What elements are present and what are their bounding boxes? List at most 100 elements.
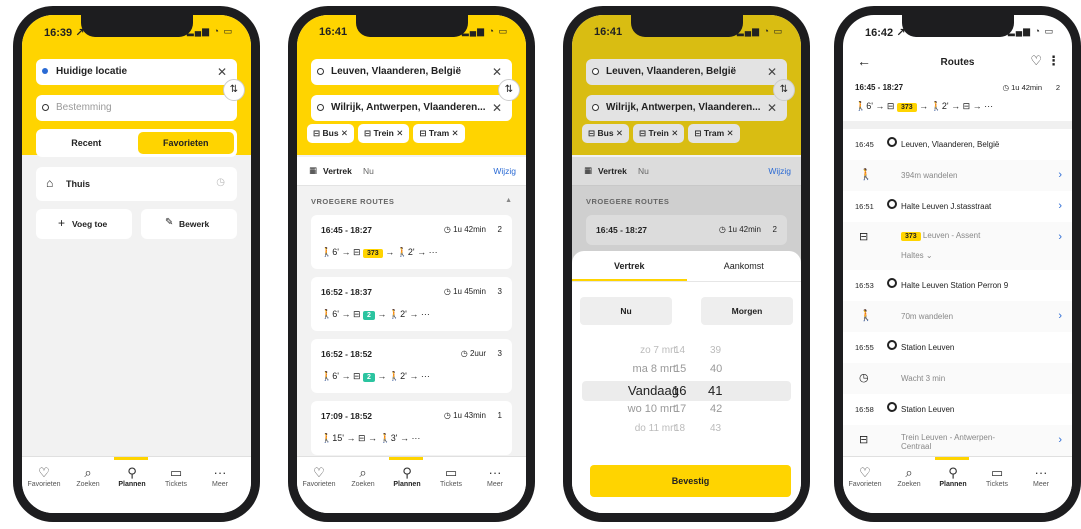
walk-time: 3' [390,433,398,443]
walk-time: 2' [400,309,407,319]
date-time-wheel[interactable]: zo 7 mrt. 14 39 ma 8 mrt. 15 40 Vandaag 16 41 … [572,345,801,441]
chevron-up-icon[interactable]: ▲ [505,197,512,204]
timeline-walk[interactable]: 🚶 70m wandelen › [843,301,1072,333]
tab-meer[interactable]: ··· Meer [473,465,517,488]
from-value: Huidige locatie [56,66,128,77]
timeline-stop[interactable]: 16:51 Halte Leuven J.stasstraat › [843,191,1072,223]
swap-icon[interactable]: ⇅ [773,79,795,101]
add-button[interactable]: + Voeg toe [36,209,132,239]
stop-name: Halte Leuven Station Perron 9 [901,281,1009,290]
destination-dot-icon [317,104,324,111]
clock: 16:41 [594,26,623,38]
halts-toggle[interactable]: Haltes ⌄ [901,251,933,260]
destination-field[interactable]: Wilrijk, Antwerpen, Vlaanderen... ✕ [311,95,512,121]
kebab-menu-icon[interactable]: ⋮ [1047,53,1060,69]
clear-icon[interactable]: ✕ [492,95,502,121]
tab-tickets[interactable]: ▭ Tickets [429,465,473,488]
tab-zoeken[interactable]: ⌕ Zoeken [341,465,385,488]
ticket-icon: ▭ [990,465,1004,480]
tab-favorieten[interactable]: ♡ Favorieten [22,465,66,488]
route-duration: ◷ 2uur [460,349,486,358]
route-card[interactable]: 17:09 - 18:52 ◷ 1u 43min 1 🚶15' → ⊟ → 🚶3… [311,401,512,455]
timeline-walk[interactable]: 🚶 394m wandelen › [843,160,1072,192]
route-time: 17:09 - 18:52 [321,411,373,421]
mode-chips: ⊟ Bus ✕ ⊟ Trein ✕ ⊟ Tram ✕ [582,123,744,143]
chevron-right-icon[interactable]: › [1058,434,1062,446]
tab-favorieten[interactable]: ♡ Favorieten [843,465,887,488]
edit-button[interactable]: ✎ Bewerk [141,209,237,239]
home-item[interactable]: ⌂ Thuis ◷ [36,167,237,201]
chip-label: Trein [648,128,669,138]
destination-field[interactable]: Bestemming [36,95,237,121]
route-card[interactable]: 16:45 - 18:27 ◷ 1u 42min 2 🚶6' → ⊟ 373 →… [311,215,512,269]
chip-label: Bus [597,128,614,138]
tab-plannen[interactable]: ⚲ Plannen [110,465,154,488]
phone-favorites: 16:39 ↗ ▂▄▆ ◔ ▭ Huidige locatie ✕ ⇅ Best… [13,6,260,522]
tab-recent[interactable]: Recent [36,129,137,157]
walk-time: 2' [407,247,415,257]
route-card[interactable]: 16:52 - 18:37 ◷ 1u 45min 3 🚶6' → ⊟ 2 → 🚶… [311,277,512,331]
earlier-routes-header[interactable]: VROEGERE ROUTES [311,197,394,206]
from-field[interactable]: Huidige locatie ✕ [36,59,237,85]
tab-favorieten[interactable]: ♡ Favorieten [297,465,341,488]
chip-tram[interactable]: ⊟ Tram ✕ [413,124,465,143]
chip-bus[interactable]: ⊟ Bus ✕ [582,124,630,143]
picker-day: do 11 mrt. [634,423,679,434]
tab-tickets[interactable]: ▭ Tickets [975,465,1019,488]
line-badge: 373 [901,232,921,241]
confirm-button[interactable]: Bevestig [590,465,791,497]
chevron-right-icon[interactable]: › [1058,310,1062,322]
tab-departure[interactable]: Vertrek [572,261,687,271]
tab-arrival[interactable]: Aankomst [687,261,802,271]
chip-train[interactable]: ⊟ Trein ✕ [358,124,410,143]
tab-zoeken[interactable]: ⌕ Zoeken [887,465,931,488]
line-badge: 2 [363,373,375,382]
chevron-right-icon[interactable]: › [1058,200,1062,212]
divider [843,121,1072,129]
walk-time: 6' [332,371,339,381]
heart-icon[interactable]: ♡ [1030,53,1042,69]
calendar-icon: ▦ [309,165,318,175]
clock: 16:39 ↗ [44,27,85,39]
tab-label: Meer [1033,481,1049,488]
swap-icon[interactable]: ⇅ [223,79,245,101]
duration-value: 1u 43min [453,411,486,420]
phone-time-picker: 16:41 ▂▄▆ ◔ ▭ Leuven, Vlaanderen, België… [563,6,810,522]
from-field[interactable]: Leuven, Vlaanderen, België ✕ [311,59,512,85]
route-duration: ◷ 1u 45min [443,287,486,296]
destination-dot-icon [42,104,49,111]
screen: 16:42 ↗ ▂▄▆ ◔ ▭ ← Routes ♡ ⋮ 16:45 - 18:… [843,15,1072,513]
change-link[interactable]: Wijzig [493,166,516,176]
bus-direction: Leuven - Assent [922,231,981,240]
chevron-right-icon[interactable]: › [1058,169,1062,181]
chevron-right-icon[interactable]: › [1058,231,1062,243]
tab-meer[interactable]: ··· Meer [198,465,242,488]
tab-plannen[interactable]: ⚲ Plannen [385,465,429,488]
tab-favorites[interactable]: Favorieten [137,132,234,154]
chip-tram[interactable]: ⊟ Tram ✕ [688,124,740,143]
picker-minute: 41 [708,383,723,398]
line-badge: 373 [896,103,917,112]
now-button[interactable]: Nu [580,297,672,325]
chip-bus[interactable]: ⊟ Bus ✕ [307,124,355,143]
tab-plannen[interactable]: ⚲ Plannen [931,465,975,488]
active-indicator [389,457,423,460]
route-card[interactable]: 16:52 - 18:52 ◷ 2uur 3 🚶6' → ⊟ 2 → 🚶2' →… [311,339,512,393]
tab-tickets[interactable]: ▭ Tickets [154,465,198,488]
picker-hour: 18 [674,423,686,434]
timeline-bus[interactable]: ⊟ 373 Leuven - Assent Haltes ⌄ › [843,222,1072,271]
tab-meer[interactable]: ··· Meer [1019,465,1063,488]
tab-zoeken[interactable]: ⌕ Zoeken [66,465,110,488]
clear-icon[interactable]: ✕ [767,95,777,121]
swap-icon[interactable]: ⇅ [498,79,520,101]
departure-label: Vertrek [598,166,627,176]
tomorrow-button[interactable]: Morgen [701,297,793,325]
destination-field[interactable]: Wilrijk, Antwerpen, Vlaanderen... ✕ [586,95,787,121]
route-icon: ⚲ [948,465,958,480]
tab-bar: ♡ Favorieten ⌕ Zoeken ⚲ Plannen ▭ Tickets ··… [843,456,1072,513]
train-icon: ⊟ [364,128,372,138]
change-link[interactable]: Wijzig [768,166,791,176]
route-time: 16:52 - 18:37 [321,287,373,297]
chip-train[interactable]: ⊟ Trein ✕ [633,124,685,143]
from-field[interactable]: Leuven, Vlaanderen, België ✕ [586,59,787,85]
